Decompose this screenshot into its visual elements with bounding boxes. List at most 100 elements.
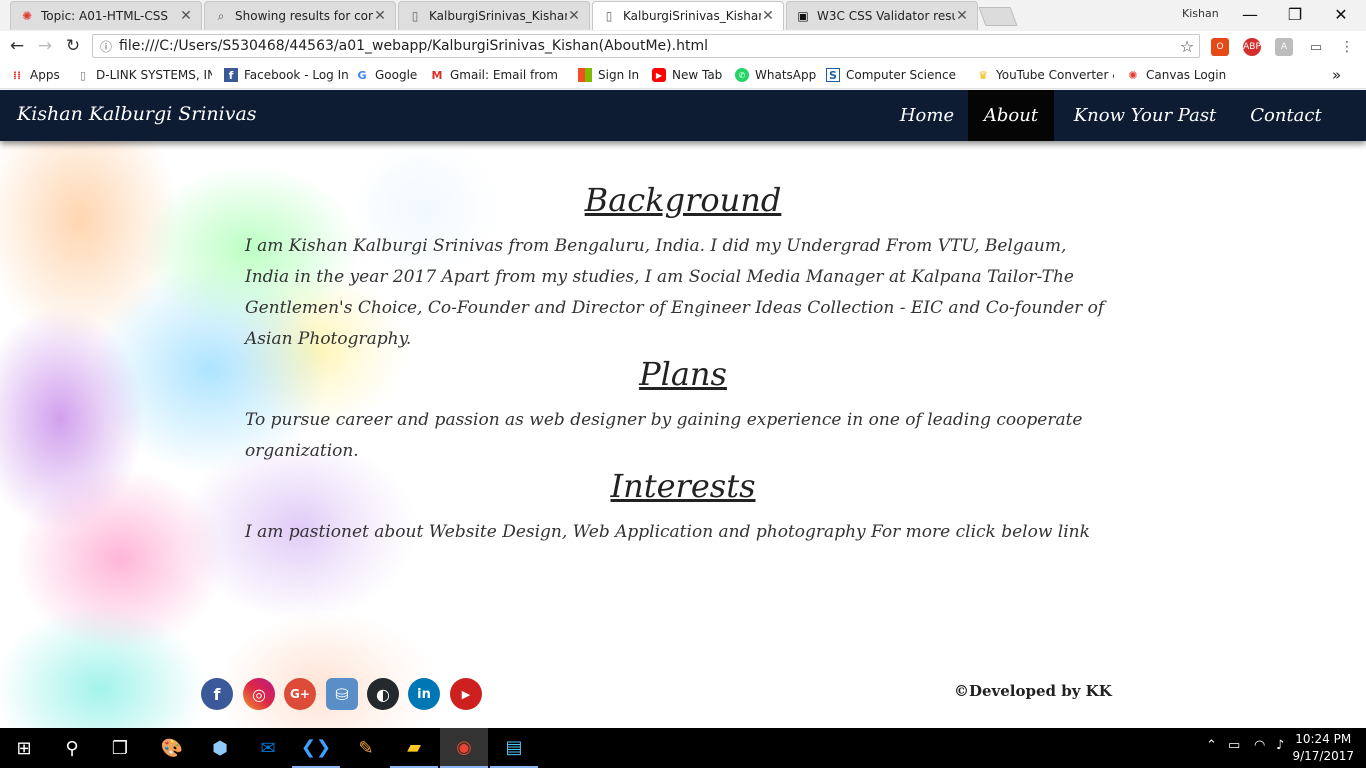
wifi-icon[interactable]: ◠ (1254, 738, 1265, 753)
forward-icon[interactable]: → (34, 35, 56, 57)
bookmark-label: D-LINK SYSTEMS, INC (96, 68, 212, 82)
browser-tab[interactable]: ⌕ Showing results for conte ✕ (204, 1, 396, 30)
search-icon[interactable]: ⚲ (48, 728, 96, 768)
menu-icon[interactable]: ⋮ (1338, 38, 1356, 56)
adblock-icon[interactable]: ABP (1243, 38, 1261, 56)
browser-tab-active[interactable]: ▯ KalburgiSrinivas_Kishan(A ✕ (592, 1, 784, 30)
volume-icon[interactable]: ♪ (1276, 738, 1284, 753)
instagram-icon[interactable]: ◎ (243, 678, 275, 710)
background-text: I am Kishan Kalburgi Srinivas from Benga… (245, 236, 1105, 349)
footer-credit: ©Developed by KK (954, 682, 1112, 700)
outlook-icon[interactable]: ✉ (244, 728, 292, 768)
reload-icon[interactable]: ↻ (62, 35, 84, 57)
youtube-icon: ▶ (652, 68, 666, 82)
start-windows-icon[interactable]: ⊞ (0, 728, 48, 768)
bookmark-yt-converter[interactable]: ♛ YouTube Converter & (976, 66, 1114, 84)
w3c-icon: ▣ (797, 9, 809, 23)
cast-icon[interactable]: ▭ (1307, 38, 1325, 56)
bookmark-signin[interactable]: . Sign In (578, 66, 639, 84)
tab-title: W3C CSS Validator result (817, 9, 955, 23)
bookmark-label: Sign In (598, 68, 640, 82)
close-icon[interactable]: ✕ (761, 8, 775, 24)
bookmark-label: Apps (30, 68, 60, 82)
file-explorer-icon[interactable]: ▰ (390, 728, 438, 768)
interests-heading: Interests (610, 467, 756, 505)
remote-desktop-icon[interactable]: ▤ (490, 728, 538, 768)
interests-text: I am pastionet about Website Design, Web… (245, 522, 1090, 542)
nav-know-your-past[interactable]: Know Your Past (1054, 90, 1236, 141)
bookmark-cs[interactable]: S Computer Science En (826, 66, 958, 84)
clock-date: 9/17/2017 (1292, 749, 1354, 763)
back-icon[interactable]: ← (6, 35, 28, 57)
google-plus-icon[interactable]: G+ (284, 678, 316, 710)
task-view-icon[interactable]: ❐ (96, 728, 144, 768)
profile-name[interactable]: Kishan (1182, 7, 1219, 20)
facebook-icon[interactable]: f (201, 678, 233, 710)
system-clock[interactable]: 10:24 PM 9/17/2017 (1292, 731, 1354, 765)
battery-icon[interactable]: ▭ (1228, 738, 1240, 753)
cube-app-icon[interactable]: ⬢ (196, 728, 244, 768)
nav-home[interactable]: Home (886, 90, 968, 141)
more-bookmarks-icon[interactable]: » (1332, 66, 1341, 84)
info-icon[interactable]: ⓘ (93, 38, 119, 55)
bookmark-label: Google (375, 68, 418, 82)
window-close-icon[interactable]: ✕ (1331, 5, 1351, 24)
clock-time: 10:24 PM (1295, 732, 1352, 746)
site-brand[interactable]: Kishan Kalburgi Srinivas (17, 103, 257, 125)
bookmark-label: Computer Science En (846, 68, 958, 82)
converter-icon: ♛ (978, 68, 988, 82)
tool-app-icon[interactable]: ✎ (342, 728, 390, 768)
bookmark-apps[interactable]: ⁞⁞ Apps (10, 66, 60, 84)
office-icon[interactable]: O (1211, 38, 1229, 56)
url-text[interactable]: file:///C:/Users/S530468/44563/a01_webap… (119, 38, 1175, 54)
restore-icon[interactable]: ❐ (1285, 5, 1305, 24)
minimize-icon[interactable]: — (1240, 5, 1260, 24)
whatsapp-icon: ✆ (735, 68, 749, 82)
bookmark-star-icon[interactable]: ☆ (1175, 37, 1199, 56)
youtube-icon[interactable]: ▶ (450, 678, 482, 710)
plans-text: To pursue career and passion as web desi… (245, 410, 1083, 461)
paint-icon[interactable]: 🎨 (148, 728, 196, 768)
tab-title: KalburgiSrinivas_Kishan(A (623, 9, 761, 23)
bookmark-newtab[interactable]: ▶ New Tab (652, 66, 722, 84)
bookmark-gmail[interactable]: M Gmail: Email from Go (430, 66, 562, 84)
browser-tab[interactable]: ▣ W3C CSS Validator result ✕ (786, 1, 978, 30)
bookmark-canvas[interactable]: ✺ Canvas Login (1126, 66, 1226, 84)
bitbucket-icon[interactable]: ⛁ (326, 678, 358, 710)
bookmark-dlink[interactable]: ▯ D-LINK SYSTEMS, INC (76, 66, 212, 84)
bookmark-label: YouTube Converter & (996, 68, 1114, 82)
bookmark-label: New Tab (672, 68, 723, 82)
tab-strip: ✺ Topic: A01-HTML-CSS ✕ ⌕ Showing result… (0, 0, 1366, 31)
apps-grid-icon: ⁞⁞ (12, 68, 22, 82)
s-icon: S (826, 68, 840, 82)
page-viewport: Kishan Kalburgi Srinivas Home About Know… (0, 89, 1366, 728)
background-heading: Background (584, 181, 782, 219)
linkedin-icon[interactable]: in (408, 678, 440, 710)
address-bar[interactable]: ⓘ file:///C:/Users/S530468/44563/a01_web… (92, 34, 1200, 58)
bookmark-whatsapp[interactable]: ✆ WhatsApp (735, 66, 816, 84)
bookmark-google[interactable]: G Google (355, 66, 417, 84)
nav-about[interactable]: About (968, 90, 1054, 141)
tab-title: Showing results for conte (235, 9, 373, 23)
github-icon[interactable]: ◐ (367, 678, 399, 710)
bookmark-facebook[interactable]: f Facebook - Log In (224, 66, 349, 84)
google-icon: G (357, 68, 367, 82)
browser-tab[interactable]: ▯ KalburgiSrinivas_KishanH ✕ (398, 1, 590, 30)
chrome-icon[interactable]: ◉ (440, 728, 488, 768)
close-icon[interactable]: ✕ (567, 8, 581, 24)
canvas-icon: ✺ (1128, 68, 1138, 82)
windows-taskbar: ⊞ ⚲ ❐ 🎨 ⬢ ✉ ❮❯ ✎ ▰ ◉ ▤ ⌃ ▭ ◠ ♪ 10:24 PM … (0, 728, 1366, 768)
close-icon[interactable]: ✕ (179, 8, 193, 24)
new-tab-button[interactable] (978, 7, 1018, 26)
close-icon[interactable]: ✕ (373, 8, 387, 24)
pdf-icon[interactable]: A (1275, 38, 1293, 56)
tray-arrow-icon[interactable]: ⌃ (1206, 738, 1217, 753)
gmail-icon: M (431, 68, 443, 82)
search-page-icon: ⌕ (217, 8, 225, 23)
browser-tab[interactable]: ✺ Topic: A01-HTML-CSS ✕ (10, 1, 202, 30)
nav-contact[interactable]: Contact (1236, 90, 1336, 141)
visual-studio-code-icon[interactable]: ❮❯ (292, 728, 340, 768)
browser-toolbar: ← → ↻ ⓘ file:///C:/Users/S530468/44563/a… (0, 31, 1366, 63)
bookmark-label: Canvas Login (1146, 68, 1227, 82)
close-icon[interactable]: ✕ (955, 8, 969, 24)
